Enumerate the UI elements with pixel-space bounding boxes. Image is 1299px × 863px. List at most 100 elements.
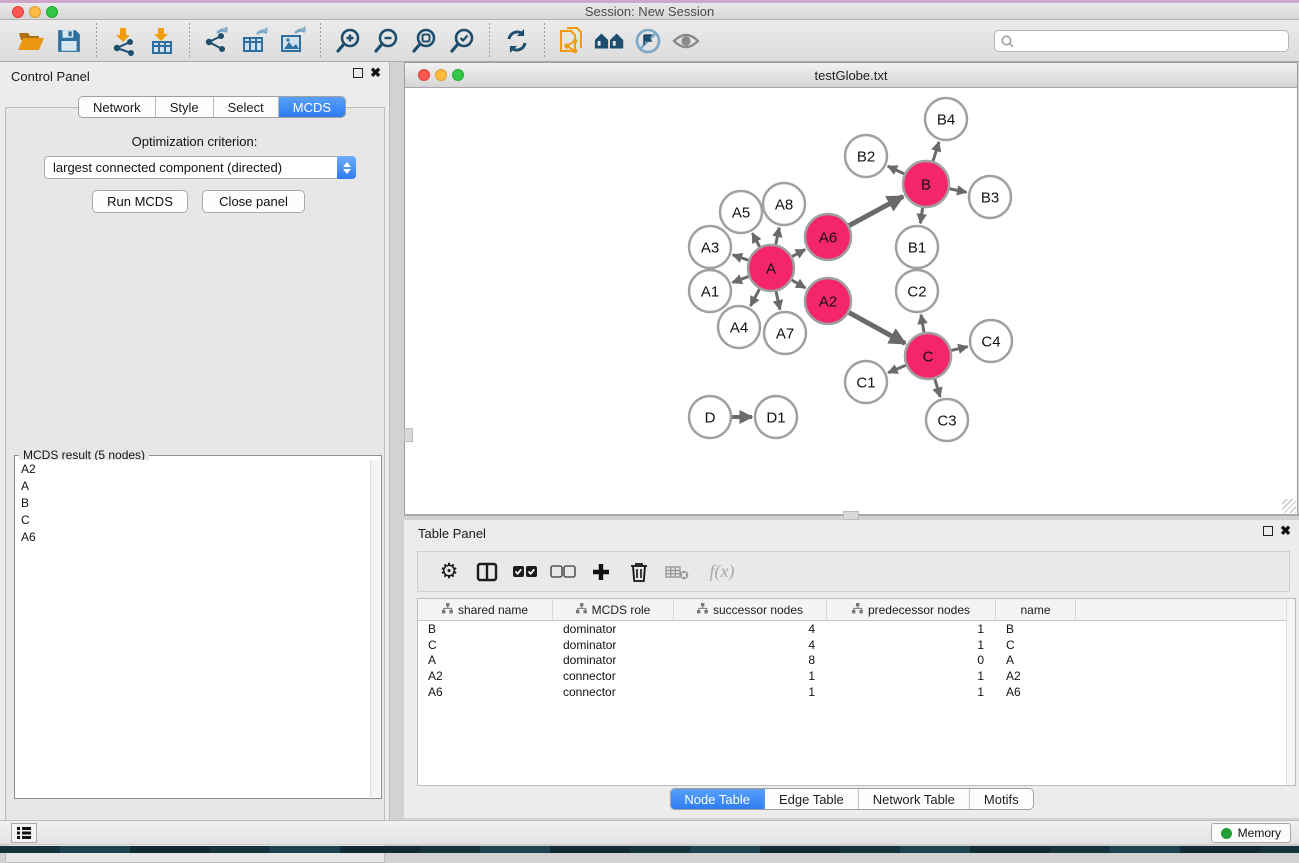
- tab-select[interactable]: Select: [214, 97, 279, 117]
- graph-node-D1[interactable]: D1: [755, 396, 797, 438]
- delete-icon[interactable]: [624, 557, 654, 587]
- settings-gear-icon[interactable]: ⚙: [434, 557, 464, 587]
- graph-node-A2[interactable]: A2: [805, 278, 851, 324]
- table-row[interactable]: Bdominator41B: [418, 621, 1295, 637]
- tab-style[interactable]: Style: [156, 97, 214, 117]
- graph-node-C1[interactable]: C1: [845, 361, 887, 403]
- horizontal-split-handle[interactable]: [843, 511, 859, 520]
- show-column-icon[interactable]: [472, 557, 502, 587]
- table-cell[interactable]: A: [418, 653, 553, 667]
- table-cell[interactable]: 1: [827, 638, 996, 652]
- select-all-columns-icon[interactable]: [510, 557, 540, 587]
- graph-node-B3[interactable]: B3: [969, 176, 1011, 218]
- hide-flags-icon[interactable]: [631, 24, 665, 58]
- table-cell[interactable]: dominator: [553, 638, 674, 652]
- graph-edge-A-A7[interactable]: [776, 291, 780, 309]
- network-graph[interactable]: B4B2BB3A5A8A6A3B1AA1C2A2A4A7C4CC1C3DD1: [405, 88, 1297, 514]
- mcds-result-item[interactable]: B: [16, 494, 368, 511]
- graph-node-A3[interactable]: A3: [689, 226, 731, 268]
- tab-edge-table[interactable]: Edge Table: [765, 789, 859, 809]
- graph-node-B2[interactable]: B2: [845, 135, 887, 177]
- column-header-shared-name[interactable]: shared name: [418, 599, 553, 620]
- add-icon[interactable]: [586, 557, 616, 587]
- import-network-icon[interactable]: [107, 24, 141, 58]
- graph-edge-A-A8[interactable]: [776, 228, 779, 245]
- mcds-result-item[interactable]: C: [16, 511, 368, 528]
- graph-edge-A-A5[interactable]: [752, 233, 759, 247]
- graph-node-A5[interactable]: A5: [720, 191, 762, 233]
- table-cell[interactable]: 4: [674, 622, 827, 636]
- table-row[interactable]: A2connector11A2: [418, 668, 1295, 684]
- table-cell[interactable]: 1: [827, 685, 996, 699]
- table-cell[interactable]: 4: [674, 638, 827, 652]
- open-file-icon[interactable]: [14, 24, 48, 58]
- show-all-networks-icon[interactable]: [593, 24, 627, 58]
- float-panel-icon[interactable]: [353, 68, 363, 78]
- memory-button[interactable]: Memory: [1211, 823, 1291, 843]
- tab-motifs[interactable]: Motifs: [970, 789, 1033, 809]
- table-cell[interactable]: 8: [674, 653, 827, 667]
- graph-node-A7[interactable]: A7: [764, 312, 806, 354]
- table-cell[interactable]: connector: [553, 685, 674, 699]
- criterion-dropdown[interactable]: largest connected component (directed): [44, 156, 356, 179]
- table-cell[interactable]: 1: [674, 685, 827, 699]
- table-cell[interactable]: 1: [827, 669, 996, 683]
- close-panel-icon[interactable]: ✖: [370, 68, 381, 78]
- table-cell[interactable]: A: [996, 653, 1076, 667]
- result-scrollbar[interactable]: [370, 460, 380, 797]
- table-cell[interactable]: 0: [827, 653, 996, 667]
- export-image-icon[interactable]: [276, 24, 310, 58]
- graph-node-A1[interactable]: A1: [689, 270, 731, 312]
- table-cell[interactable]: dominator: [553, 653, 674, 667]
- column-header-successor-nodes[interactable]: successor nodes: [674, 599, 827, 620]
- column-header-name[interactable]: name: [996, 599, 1076, 620]
- save-session-icon[interactable]: [52, 24, 86, 58]
- zoom-out-icon[interactable]: [369, 24, 403, 58]
- graph-edge-A-A4[interactable]: [750, 289, 759, 306]
- new-network-icon[interactable]: [555, 24, 589, 58]
- graph-node-A[interactable]: A: [748, 245, 794, 291]
- table-cell[interactable]: A6: [996, 685, 1076, 699]
- table-cell[interactable]: 1: [827, 622, 996, 636]
- search-field[interactable]: [994, 30, 1289, 52]
- tab-mcds[interactable]: MCDS: [279, 97, 345, 117]
- close-table-panel-icon[interactable]: ✖: [1280, 526, 1291, 536]
- graph-node-B4[interactable]: B4: [925, 98, 967, 140]
- graph-node-C[interactable]: C: [905, 333, 951, 379]
- graph-edge-A6-B[interactable]: [849, 196, 903, 225]
- zoom-fit-icon[interactable]: [407, 24, 441, 58]
- float-table-panel-icon[interactable]: [1263, 526, 1273, 536]
- graph-node-A4[interactable]: A4: [718, 306, 760, 348]
- table-row[interactable]: Cdominator41C: [418, 637, 1295, 653]
- graph-edge-A-A1[interactable]: [732, 276, 748, 282]
- graph-edge-A2-C[interactable]: [849, 313, 905, 344]
- graph-node-B[interactable]: B: [903, 161, 949, 207]
- table-scrollbar[interactable]: [1286, 599, 1295, 785]
- graph-node-B1[interactable]: B1: [896, 226, 938, 268]
- tab-node-table[interactable]: Node Table: [670, 789, 765, 809]
- table-row[interactable]: Adominator80A: [418, 652, 1295, 668]
- graph-edge-A-A6[interactable]: [792, 249, 805, 256]
- graph-edge-C-C4[interactable]: [951, 347, 967, 351]
- table-cell[interactable]: B: [996, 622, 1076, 636]
- export-table-icon[interactable]: [238, 24, 272, 58]
- run-mcds-button[interactable]: Run MCDS: [92, 190, 188, 213]
- zoom-in-icon[interactable]: [331, 24, 365, 58]
- graph-node-D[interactable]: D: [689, 396, 731, 438]
- search-input[interactable]: [1015, 32, 1288, 50]
- table-cell[interactable]: B: [418, 622, 553, 636]
- delete-table-icon[interactable]: [662, 557, 692, 587]
- table-row[interactable]: A6connector11A6: [418, 684, 1295, 700]
- task-history-button[interactable]: [11, 823, 37, 843]
- show-hide-icon[interactable]: [669, 24, 703, 58]
- window-resize-grip[interactable]: [1282, 499, 1296, 513]
- table-cell[interactable]: dominator: [553, 622, 674, 636]
- table-cell[interactable]: A2: [996, 669, 1076, 683]
- function-builder-icon[interactable]: f(x): [700, 557, 744, 587]
- graph-edge-B-B3[interactable]: [950, 189, 967, 192]
- network-canvas[interactable]: B4B2BB3A5A8A6A3B1AA1C2A2A4A7C4CC1C3DD1: [405, 88, 1297, 514]
- column-header-MCDS-role[interactable]: MCDS role: [553, 599, 674, 620]
- graph-edge-C-C3[interactable]: [935, 379, 940, 397]
- unselect-all-columns-icon[interactable]: [548, 557, 578, 587]
- mcds-result-item[interactable]: A: [16, 477, 368, 494]
